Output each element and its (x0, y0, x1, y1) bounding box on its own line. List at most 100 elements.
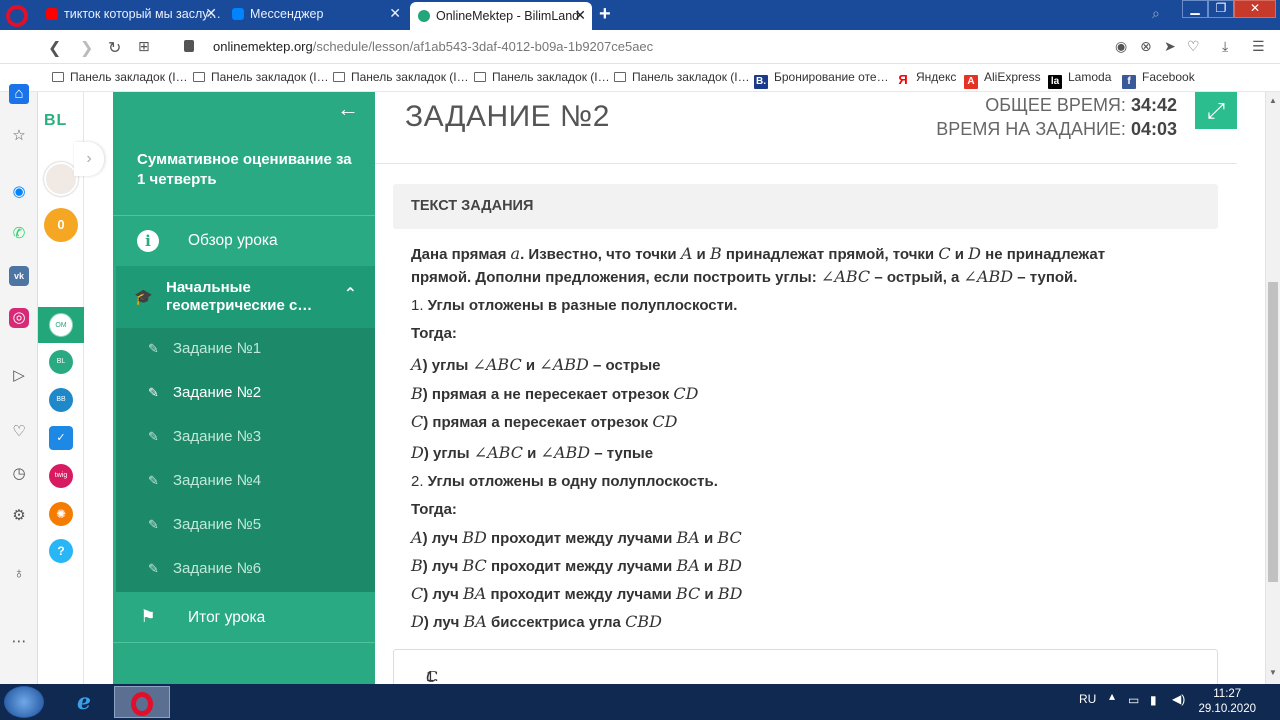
bilimbook-app-icon[interactable]: BB (49, 388, 73, 412)
task-item-2[interactable]: ✎ Задание №2 (148, 384, 261, 401)
option-2b: B) луч BC проходит между лучами BA и BD (411, 556, 742, 575)
instagram-icon[interactable]: ◎ (9, 308, 29, 328)
flow-icon[interactable]: ▷ (9, 366, 29, 386)
onlinemektep-app-icon[interactable]: OM (49, 313, 73, 337)
minimize-button[interactable]: ▁ (1182, 0, 1208, 18)
facebook-icon: f (1122, 75, 1136, 89)
windows-taskbar: e RU ▴ ▭ ▮ ◀) 11:27 29.10.2020 (0, 684, 1280, 720)
chevron-up-icon[interactable]: ⌃ (344, 284, 357, 304)
lamoda-icon: la (1048, 75, 1062, 89)
url-field[interactable]: onlinemektep.org/schedule/lesson/af1ab54… (213, 39, 653, 54)
imektep-app-icon[interactable]: ✺ (49, 502, 73, 526)
home-icon[interactable]: ⌂ (9, 84, 29, 104)
heart-icon[interactable]: ♡ (1187, 38, 1200, 55)
back-arrow-icon[interactable]: ← (337, 96, 359, 122)
network-icon[interactable]: ▭ (1128, 693, 1139, 707)
reload-icon[interactable]: ↻ (108, 38, 121, 58)
bilimland-logo[interactable]: BL (44, 112, 67, 130)
task-item-1[interactable]: ✎ Задание №1 (148, 340, 261, 357)
maximize-button[interactable]: ❐ (1208, 0, 1234, 18)
bookmark-folder[interactable]: Панель закладок (I… (193, 70, 329, 84)
heart-icon[interactable]: ♡ (9, 422, 29, 442)
language-indicator[interactable]: RU (1079, 692, 1096, 706)
task-item-5[interactable]: ✎ Задание №5 (148, 516, 261, 533)
adblock-icon[interactable]: ⊗ (1140, 38, 1152, 55)
bookmark-lamoda[interactable]: la Lamoda (1048, 70, 1111, 89)
camera-icon[interactable]: ◉ (1115, 38, 1127, 55)
part-1-heading: 1. Углы отложены в разные полуплоскости. (411, 297, 738, 314)
twig-app-icon[interactable]: twig (49, 464, 73, 488)
tab-label: OnlineMektep - BilimLand (436, 9, 580, 23)
close-window-button[interactable]: ✕ (1234, 0, 1276, 18)
history-icon[interactable]: ◷ (9, 464, 29, 484)
bookmark-booking[interactable]: B. Бронирование оте… (754, 70, 889, 89)
bookmark-label: Бронирование оте… (774, 70, 889, 84)
new-tab-button[interactable]: + (599, 3, 611, 26)
messenger-icon (232, 8, 244, 20)
bilimland-app-icon[interactable]: BL (49, 350, 73, 374)
lesson-navigation: ← Суммативное оценивание за 1 четверть i… (113, 92, 375, 684)
rail-expand-button[interactable]: › (74, 142, 104, 176)
clock-time: 11:27 (1213, 688, 1242, 700)
itest-app-icon[interactable]: ✓ (49, 426, 73, 450)
option-1a: A) углы ∠ABC и ∠ABD – острые (411, 355, 661, 374)
edit-icon: ✎ (148, 385, 159, 400)
bookmark-folder[interactable]: Панель закладок (I… (52, 70, 188, 84)
send-icon[interactable]: ➤ (1164, 38, 1176, 55)
nav-section-geometry[interactable]: 🎓 Начальные геометрические с… ⌃ (116, 266, 375, 328)
scroll-thumb[interactable] (1268, 282, 1278, 582)
opera-taskbar-icon[interactable] (114, 686, 170, 718)
task-item-3[interactable]: ✎ Задание №3 (148, 428, 261, 445)
scroll-up-icon[interactable]: ▲ (1269, 96, 1277, 105)
timer-label: ОБЩЕЕ ВРЕМЯ: (985, 95, 1126, 115)
internet-explorer-icon[interactable]: e (56, 686, 112, 718)
scroll-down-icon[interactable]: ▼ (1269, 668, 1277, 677)
back-icon[interactable]: ❮ (48, 38, 61, 58)
speed-dial-icon[interactable]: ⊞ (138, 38, 150, 55)
tips-icon[interactable]: ♁ (9, 564, 29, 584)
volume-icon[interactable]: ◀) (1172, 692, 1185, 706)
task-item-6[interactable]: ✎ Задание №6 (148, 560, 261, 577)
then-label: Тогда: (411, 501, 457, 518)
whatsapp-icon[interactable]: ✆ (9, 224, 29, 244)
start-button[interactable] (4, 686, 44, 718)
tab-onlinemektep[interactable]: OnlineMektep - BilimLand ✕ (410, 2, 592, 30)
fullscreen-icon[interactable]: ⤢ (1195, 92, 1237, 129)
timer-value: 34:42 (1130, 95, 1177, 115)
bookmark-facebook[interactable]: f Facebook (1122, 70, 1195, 89)
bookmark-folder[interactable]: Панель закладок (I… (333, 70, 469, 84)
close-icon[interactable]: ✕ (389, 5, 401, 22)
tab-messenger[interactable]: Мессенджер ✕ (224, 0, 407, 30)
clock[interactable]: 11:27 29.10.2020 (1198, 687, 1256, 717)
tab-tiktok[interactable]: тикток который мы заслу… ✕ (38, 0, 223, 30)
menu-icon[interactable]: ☰ (1252, 38, 1265, 55)
avatar[interactable] (44, 162, 78, 196)
nav-item-summary[interactable]: ⚑ Итог урока (113, 592, 375, 642)
close-icon[interactable]: ✕ (205, 5, 217, 22)
forward-icon[interactable]: ❯ (80, 38, 93, 58)
vk-icon[interactable]: vk (9, 266, 29, 286)
settings-icon[interactable]: ⚙ (9, 506, 29, 526)
bookmark-aliexpress[interactable]: A AliExpress (964, 70, 1041, 89)
bookmark-label: AliExpress (984, 70, 1041, 84)
tray-arrow-icon[interactable]: ▴ (1109, 689, 1115, 703)
bookmark-folder[interactable]: Панель закладок (I… (474, 70, 610, 84)
page-scrollbar[interactable]: ▲ ▼ (1265, 92, 1280, 684)
help-icon[interactable]: ? (49, 539, 73, 563)
download-icon[interactable]: ⤓ (1222, 38, 1228, 55)
power-icon[interactable]: ▮ (1150, 693, 1157, 707)
star-icon[interactable]: ☆ (9, 126, 29, 146)
nav-item-overview[interactable]: i Обзор урока (113, 216, 375, 266)
opera-menu-icon[interactable] (6, 5, 28, 27)
task-item-4[interactable]: ✎ Задание №4 (148, 472, 261, 489)
more-icon[interactable]: ⋯ (9, 632, 29, 652)
close-icon[interactable]: ✕ (574, 7, 586, 24)
bookmark-folder[interactable]: Панель закладок (I… (614, 70, 750, 84)
messenger-icon[interactable]: ◉ (9, 182, 29, 202)
address-bar: ❮ ❯ ↻ ⊞ onlinemektep.org/schedule/lesson… (0, 30, 1280, 64)
search-tabs-icon[interactable]: ⌕ (1152, 5, 1160, 22)
task-label: Задание №4 (173, 472, 262, 489)
bookmark-yandex[interactable]: Я Яндекс (896, 70, 956, 87)
task-list: ✎ Задание №1 ✎ Задание №2 ✎ Задание №3 ✎ Зад… (116, 328, 375, 592)
answer-field[interactable]: 1. C (393, 649, 1218, 689)
